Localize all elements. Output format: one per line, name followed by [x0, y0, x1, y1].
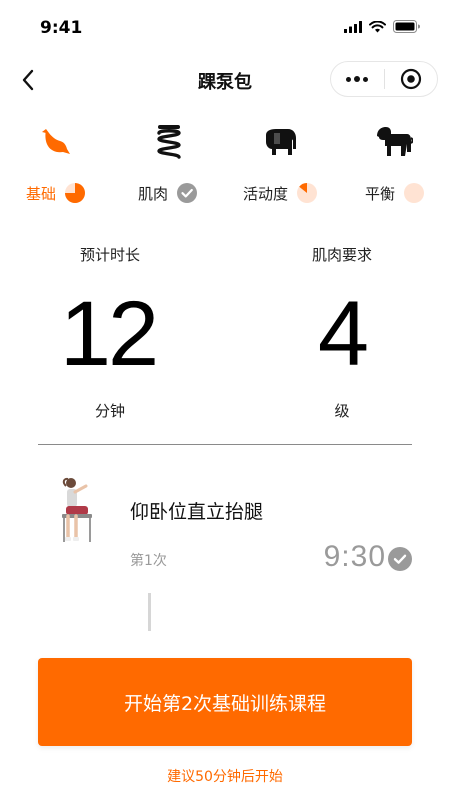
duration-value: 12	[59, 283, 159, 385]
duration-label: 预计时长	[79, 246, 140, 264]
tab-basic[interactable]: 基础	[26, 180, 86, 206]
tab-balance[interactable]: 平衡	[365, 180, 425, 206]
wifi-icon	[369, 20, 386, 32]
tab-mobility[interactable]: 活动度	[243, 180, 318, 206]
exercise-name: 仰卧位直立抬腿	[130, 501, 264, 523]
close-button[interactable]	[384, 61, 437, 97]
more-dot	[354, 76, 361, 82]
start-training-button[interactable]: 开始第2次基础训练课程	[38, 658, 412, 746]
status-icons	[344, 20, 420, 33]
exercise-thumbnail	[62, 477, 92, 542]
status-bar: 9:41	[0, 0, 450, 56]
exercise-count: 第1次	[130, 553, 167, 569]
tab-muscle-label: 肌肉	[138, 184, 169, 203]
muscle-requirement-value: 4	[317, 283, 369, 385]
more-button[interactable]	[331, 61, 384, 97]
muscle-requirement-unit: 级	[334, 402, 350, 420]
tab-basic-label: 基础	[26, 184, 57, 203]
start-hint: 建议50分钟后开始	[167, 769, 283, 785]
level-selector: 基础 肌肉 活动度 平衡	[0, 122, 450, 222]
target-close-icon	[400, 68, 421, 90]
exercise-time: 9:30	[323, 540, 386, 573]
bird-icon	[36, 122, 76, 162]
spring-icon	[149, 122, 189, 162]
progress-pie-icon	[297, 182, 318, 203]
check-circle-icon	[388, 547, 412, 571]
check-circle-icon	[177, 183, 198, 203]
tab-balance-label: 平衡	[365, 184, 396, 203]
duration-unit: 分钟	[94, 402, 125, 420]
nav-bar: 踝泵包	[0, 56, 450, 104]
more-dot	[363, 76, 369, 82]
progress-pie-icon	[404, 183, 425, 203]
mini-program-capsule	[330, 61, 438, 97]
tab-mobility-label: 活动度	[243, 184, 289, 203]
progress-pie-icon	[65, 183, 86, 203]
lion-icon	[374, 122, 414, 162]
timeline-connector	[148, 593, 151, 631]
tab-muscle[interactable]: 肌肉	[138, 180, 198, 206]
muscle-requirement-label: 肌肉要求	[311, 246, 372, 264]
section-divider	[38, 444, 412, 445]
elephant-icon	[260, 122, 300, 162]
battery-icon	[393, 20, 420, 33]
more-dots-icon	[346, 76, 352, 82]
status-time: 9:41	[40, 18, 83, 38]
signal-icon	[344, 20, 362, 33]
